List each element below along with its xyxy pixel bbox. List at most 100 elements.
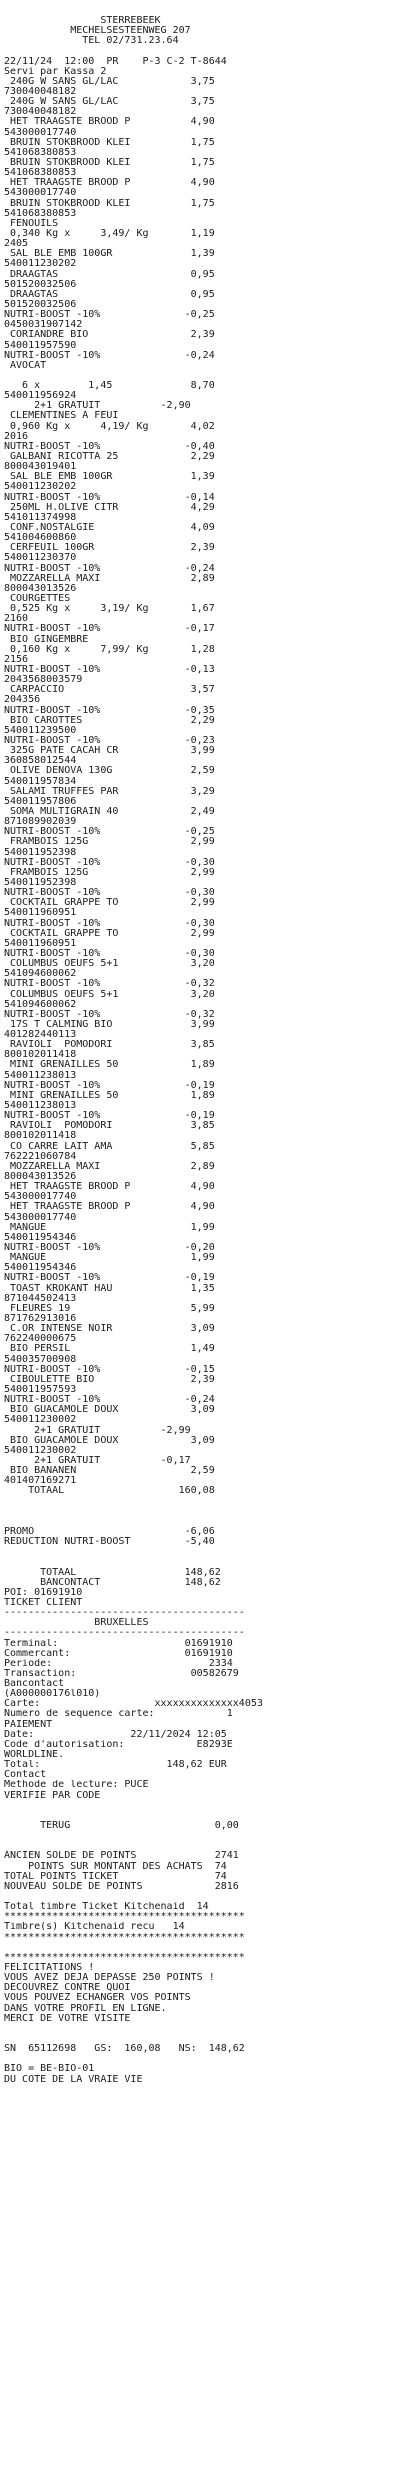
receipt-line: POINTS SUR MONTANT DES ACHATS 74 (4, 1861, 227, 1872)
receipt-line: 540011230002 (4, 1445, 77, 1456)
receipt-line: BIO CAROTTES 2,29 (4, 715, 215, 726)
receipt-line: 0,160 Kg x 7,99/ Kg 1,28 (4, 644, 215, 655)
receipt-line: 540011954346 (4, 1263, 77, 1274)
receipt-line: Date: 22/11/2024 12:05 (4, 1729, 227, 1740)
receipt-line: VOUS AVEZ DEJA DEPASSE 250 POINTS ! (4, 1973, 215, 1984)
receipt-line: Periode: 2334 (4, 1658, 233, 1669)
receipt-line: 871089902039 (4, 817, 77, 828)
receipt-line: BRUIN STOKBROOD KLEI 1,75 (4, 137, 215, 148)
receipt-line (0, 2054, 420, 2064)
receipt-line: MINI GRENAILLES 50 1,89 (4, 1090, 215, 1101)
receipt-line: 6 x 1,45 8,70 (4, 381, 215, 392)
receipt-line: 543000017740 (4, 1212, 77, 1223)
receipt-line: MOZZARELLA MAXI 2,89 (4, 573, 215, 584)
receipt-line: 540011952398 (4, 877, 77, 888)
receipt-line: Total timbre Ticket Kitchenaid 14 (4, 1902, 209, 1913)
receipt-line: 2156 (4, 654, 29, 665)
receipt-line: BRUXELLES (4, 1618, 149, 1629)
receipt-line: COCKTAIL GRAPPE TO 2,99 (4, 928, 215, 939)
receipt-line: 540011238013 (4, 1101, 77, 1112)
receipt-line: FENOUILS (4, 218, 59, 229)
receipt-line: FRAMBOIS 125G 2,99 (4, 867, 215, 878)
receipt-line: CIBOULETTE BIO 2,39 (4, 1374, 215, 1385)
receipt-line: 730040048182 (4, 86, 77, 97)
receipt-line: TERUG 0,00 (4, 1821, 239, 1832)
receipt-line: 800043013526 (4, 1172, 77, 1183)
receipt-line: 204356 (4, 695, 41, 706)
receipt-line: TOTAL POINTS TICKET 74 (4, 1871, 227, 1882)
receipt-line: 871762913016 (4, 1314, 77, 1324)
receipt-line: NUTRI-BOOST -10% -0,24 (4, 1395, 215, 1406)
receipt-line: FLEURES 19 5,99 (4, 1303, 215, 1314)
receipt-line: CLEMENTINES A FEUI (4, 411, 119, 422)
receipt-line (0, 1557, 420, 1567)
receipt-line: NUTRI-BOOST -10% -0,20 (4, 1243, 215, 1254)
receipt-line: 501520032506 (4, 279, 77, 290)
receipt-line: OLIVE DENOVA 130G 2,59 (4, 766, 215, 777)
receipt-line: DRAAGTAS 0,95 (4, 289, 215, 300)
receipt-line: Transaction: 00582679 (4, 1668, 239, 1679)
receipt-line: 540011957593 (4, 1384, 77, 1395)
receipt-line: DECOUVREZ CONTRE QUOI (4, 1983, 131, 1994)
receipt-line: NUTRI-BOOST -10% -0,32 (4, 1009, 215, 1020)
receipt-line: MOZZARELLA MAXI 2,89 (4, 1161, 215, 1172)
receipt-line: CARPACCIO 3,57 (4, 685, 215, 696)
receipt-line: 541094600062 (4, 999, 77, 1010)
receipt-line: NUTRI-BOOST -10% -0,30 (4, 888, 215, 899)
receipt-line: MERCI DE VOTRE VISITE (4, 2013, 131, 2024)
receipt-line: 541094600062 (4, 969, 77, 980)
receipt-line: 401407169271 (4, 1476, 77, 1487)
receipt-line: NUTRI-BOOST -10% -0,25 (4, 310, 215, 321)
receipt-line (0, 1547, 420, 1557)
receipt-line: 17S T CALMING BIO 3,99 (4, 1019, 215, 1030)
receipt-line: ---------------------------------------- (4, 1608, 245, 1619)
receipt-line: TOAST KROKANT HAU 1,35 (4, 1283, 215, 1294)
receipt-line (0, 1507, 420, 1517)
receipt: STERREBEEK MECHELSESTEENWEG 207 TEL 02/7… (0, 16, 420, 2085)
receipt-line: PAIEMENT (4, 1719, 53, 1730)
receipt-line (0, 1831, 420, 1841)
receipt-line: Carte: xxxxxxxxxxxxxx4053 (4, 1699, 263, 1710)
receipt-line: **************************************** (4, 1912, 245, 1923)
receipt-line: MANGUE 1,99 (4, 1222, 215, 1233)
receipt-line: HET TRAAGSTE BROOD P 4,90 (4, 1202, 215, 1213)
receipt-line: 2+1 GRATUIT -2,99 (4, 1425, 191, 1436)
receipt-line: 540011230202 (4, 482, 77, 493)
receipt-line: 250ML H.OLIVE CITR 4,29 (4, 502, 215, 513)
receipt-line: WORLDLINE. (4, 1750, 65, 1761)
receipt-line: ANCIEN SOLDE DE POINTS 2741 (4, 1851, 239, 1862)
receipt-line: 401282440113 (4, 1030, 77, 1041)
receipt-line: 800043013526 (4, 583, 77, 594)
receipt-line (0, 1943, 420, 1953)
receipt-line: CO CARRE LAIT AMA 5,85 (4, 1141, 215, 1152)
receipt-line: 540011239500 (4, 725, 77, 736)
receipt-line: BRUIN STOKBROOD KLEI 1,75 (4, 198, 215, 209)
receipt-line: 2043568003579 (4, 675, 83, 686)
receipt-line: 540011954346 (4, 1232, 77, 1243)
receipt-line: NOUVEAU SOLDE DE POINTS 2816 (4, 1881, 239, 1892)
receipt-line: Bancontact (4, 1679, 65, 1690)
receipt-line: 540011960951 (4, 938, 77, 949)
receipt-line: COLUMBUS OEUFS 5+1 3,20 (4, 959, 215, 970)
receipt-line: VOUS POUVEZ ECHANGER VOS POINTS (4, 1993, 191, 2004)
receipt-line: FELICITATIONS ! (4, 1963, 95, 1973)
receipt-line (0, 2034, 420, 2044)
receipt-line: TOTAAL 148,62 (4, 1567, 221, 1578)
receipt-line: NUTRI-BOOST -10% -0,17 (4, 624, 215, 635)
receipt-line: 240G W SANS GL/LAC 3,75 (4, 76, 215, 87)
receipt-line (0, 1811, 420, 1821)
receipt-line: 501520032506 (4, 299, 77, 310)
receipt-line: 762240000675 (4, 1334, 77, 1345)
receipt-line: BIO BANANEN 2,59 (4, 1466, 215, 1477)
receipt-line: (A000000176l010) (4, 1689, 101, 1700)
receipt-line: 540035700908 (4, 1354, 77, 1365)
receipt-line (0, 1841, 420, 1851)
receipt-line: NUTRI-BOOST -10% -0,40 (4, 441, 215, 452)
receipt-line: BIO = BE-BIO-01 (4, 2064, 95, 2075)
receipt-line: Methode de lecture: PUCE (4, 1780, 149, 1791)
receipt-line: 540011957590 (4, 340, 77, 351)
receipt-line: 540011957834 (4, 776, 77, 787)
receipt-line: 540011956924 (4, 391, 77, 402)
receipt-line: NUTRI-BOOST -10% -0,23 (4, 735, 215, 746)
receipt-line: BIO GINGEMBRE (4, 634, 89, 645)
